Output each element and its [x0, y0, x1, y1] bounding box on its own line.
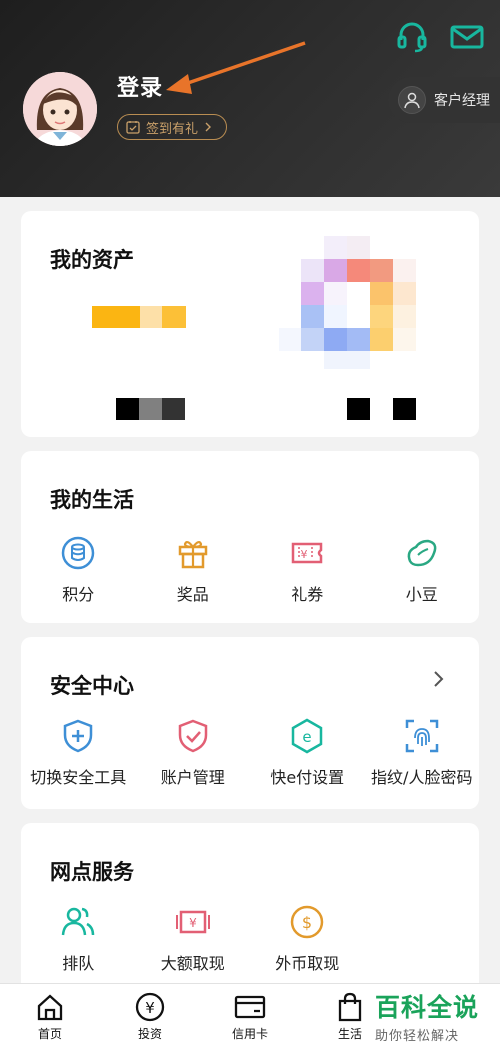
- watermark-subtitle: 助你轻松解决: [375, 1029, 460, 1044]
- security-item-switch-tool[interactable]: 切换安全工具: [21, 718, 136, 788]
- account-manager-button[interactable]: 客户经理: [388, 77, 500, 123]
- watermark-title: 百科全说: [375, 993, 480, 1022]
- points-icon: [62, 536, 95, 570]
- life-item-prize[interactable]: 奖品: [136, 535, 251, 605]
- annotation-arrow: [166, 41, 306, 94]
- chevron-right-icon: [205, 122, 212, 132]
- life-card: 我的生活 积分 奖品 ¥ 礼券 小豆: [21, 451, 479, 623]
- life-grid: 积分 奖品 ¥ 礼券 小豆: [21, 535, 479, 605]
- branch-card: 网点服务 排队 ¥ 大额取现 $ 外币取现: [21, 823, 479, 993]
- tab-home[interactable]: 首页: [0, 984, 100, 1047]
- obscured-value: [92, 306, 140, 328]
- person-icon: [398, 86, 426, 114]
- tab-label: 首页: [37, 1027, 62, 1041]
- mail-icon[interactable]: [450, 20, 484, 54]
- gift-icon: [178, 540, 207, 569]
- cash-withdraw-icon: ¥: [175, 910, 210, 934]
- tab-invest[interactable]: ¥ 投资: [100, 984, 200, 1047]
- shopping-bag-icon: [338, 992, 362, 1022]
- life-title: 我的生活: [50, 488, 134, 512]
- branch-item-foreign-cash[interactable]: $ 外币取现: [250, 904, 365, 974]
- queue-icon: [62, 907, 95, 936]
- chevron-right-icon[interactable]: [431, 669, 447, 689]
- branch-item-queue[interactable]: 排队: [21, 904, 136, 974]
- life-item-coupon[interactable]: ¥ 礼券: [250, 535, 365, 605]
- obscured-text: [116, 398, 139, 420]
- obscured-text: [162, 398, 185, 420]
- security-item-label: 账户管理: [160, 768, 225, 787]
- shield-plus-icon: [64, 719, 93, 753]
- assets-card[interactable]: 我的资产: [21, 211, 479, 437]
- credit-card-icon: [234, 995, 266, 1019]
- life-item-label: 奖品: [176, 585, 209, 604]
- yuan-icon: ¥: [135, 992, 165, 1022]
- tab-label: 信用卡: [231, 1027, 268, 1041]
- svg-text:¥: ¥: [189, 916, 197, 930]
- security-title: 安全中心: [50, 674, 134, 698]
- security-item-account[interactable]: 账户管理: [136, 718, 251, 788]
- obscured-value: [162, 306, 186, 328]
- svg-text:¥: ¥: [145, 999, 155, 1017]
- life-item-label: 小豆: [405, 585, 438, 604]
- avatar[interactable]: [23, 72, 97, 146]
- life-item-label: 积分: [62, 585, 95, 604]
- svg-text:$: $: [302, 913, 312, 932]
- branch-item-label: 排队: [62, 954, 95, 973]
- obscured-asset-chart: [279, 236, 416, 369]
- branch-item-label: 大额取现: [160, 954, 225, 973]
- obscured-text: [347, 398, 370, 420]
- branch-item-label: 外币取现: [275, 954, 340, 973]
- obscured-text: [139, 398, 162, 420]
- security-grid: 切换安全工具 账户管理 e 快e付设置 指纹/人脸密码: [21, 718, 479, 788]
- security-item-label: 指纹/人脸密码: [371, 768, 473, 787]
- checkin-button[interactable]: 签到有礼: [117, 114, 227, 140]
- headset-icon[interactable]: [395, 20, 429, 54]
- calendar-check-icon: [126, 121, 140, 134]
- tab-label: 投资: [137, 1027, 162, 1041]
- foreign-currency-icon: $: [291, 905, 324, 939]
- svg-text:e: e: [303, 728, 312, 746]
- life-item-bean[interactable]: 小豆: [365, 535, 480, 605]
- branch-title: 网点服务: [50, 860, 134, 884]
- avatar-illustration: [23, 72, 97, 146]
- security-item-label: 快e付设置: [270, 768, 345, 787]
- coupon-icon: ¥: [292, 542, 323, 564]
- branch-grid: 排队 ¥ 大额取现 $ 外币取现: [21, 904, 479, 974]
- shield-check-icon: [178, 719, 207, 753]
- branch-item-large-cash[interactable]: ¥ 大额取现: [136, 904, 251, 974]
- security-item-epay[interactable]: e 快e付设置: [250, 718, 365, 788]
- obscured-value: [140, 306, 162, 328]
- obscured-text: [393, 398, 416, 420]
- account-manager-label: 客户经理: [434, 93, 490, 109]
- checkin-label: 签到有礼: [146, 121, 199, 137]
- tab-credit-card[interactable]: 信用卡: [200, 984, 300, 1047]
- security-card: 安全中心 切换安全工具 账户管理 e 快e付设置 指纹/人脸密码: [21, 637, 479, 809]
- fingerprint-icon: [405, 719, 438, 753]
- e-pay-icon: e: [292, 718, 323, 754]
- svg-text:¥: ¥: [301, 548, 308, 561]
- assets-title: 我的资产: [50, 248, 134, 272]
- life-item-label: 礼券: [291, 585, 324, 604]
- login-link[interactable]: 登录: [117, 70, 163, 102]
- bean-icon: [407, 539, 437, 567]
- tab-label: 生活: [337, 1027, 362, 1041]
- life-item-points[interactable]: 积分: [21, 535, 136, 605]
- home-icon: [37, 994, 63, 1021]
- security-item-biometric[interactable]: 指纹/人脸密码: [365, 718, 480, 788]
- watermark: 百科全说 助你轻松解决: [375, 988, 500, 1044]
- security-item-label: 切换安全工具: [30, 768, 127, 787]
- profile-header: 登录 签到有礼 客户经理: [0, 0, 500, 197]
